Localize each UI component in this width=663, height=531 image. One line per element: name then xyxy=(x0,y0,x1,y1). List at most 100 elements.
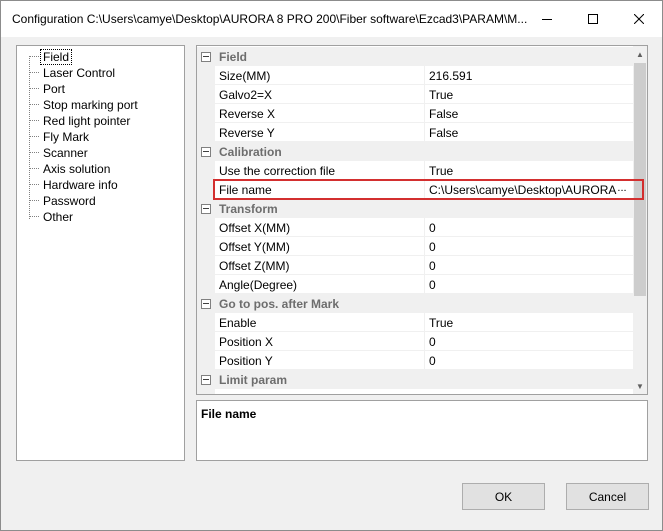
property-row-position-x[interactable]: Position X 0 xyxy=(197,332,633,351)
property-row-reverse-y[interactable]: Reverse Y False xyxy=(197,123,633,142)
property-value[interactable]: 0 xyxy=(429,221,436,235)
property-value[interactable]: True xyxy=(429,88,453,102)
tree-item-other[interactable]: Other xyxy=(29,209,75,225)
property-row-angle[interactable]: Angle(Degree) 0 xyxy=(197,275,633,294)
tree-connector xyxy=(29,120,39,122)
collapse-icon[interactable] xyxy=(201,375,211,385)
property-value[interactable]: 0 xyxy=(429,259,436,273)
vertical-scrollbar[interactable]: ▲ ▼ xyxy=(633,46,647,394)
property-value[interactable]: False xyxy=(429,126,458,140)
tree-item-label: Axis solution xyxy=(43,162,111,176)
description-panel: File name xyxy=(196,400,648,461)
category-label: Field xyxy=(219,50,248,64)
tree-item-label: Port xyxy=(43,82,66,96)
property-value[interactable]: 216.591 xyxy=(429,69,472,83)
maximize-icon xyxy=(588,14,598,24)
tree-connector xyxy=(29,200,39,202)
property-row-offset-z[interactable]: Offset Z(MM) 0 xyxy=(197,256,633,275)
cancel-button[interactable]: Cancel xyxy=(566,483,649,510)
row-gutter xyxy=(197,389,215,394)
property-row-use-correction-file[interactable]: Use the correction file True xyxy=(197,161,633,180)
property-name: Angle(Degree) xyxy=(219,278,298,292)
category-calibration[interactable]: Calibration xyxy=(197,142,633,161)
tree-item-password[interactable]: Password xyxy=(29,193,98,209)
close-icon xyxy=(634,14,644,24)
property-value[interactable]: False xyxy=(429,107,458,121)
property-row-enable[interactable]: Enable True xyxy=(197,313,633,332)
tree-item-fly-mark[interactable]: Fly Mark xyxy=(29,129,91,145)
collapse-icon[interactable] xyxy=(201,52,211,62)
tree-item-red-light-pointer[interactable]: Red light pointer xyxy=(29,113,132,129)
tree-connector xyxy=(29,216,39,218)
description-title: File name xyxy=(201,407,257,421)
property-row-size[interactable]: Size(MM) 216.591 xyxy=(197,66,633,85)
scroll-up-icon[interactable]: ▲ xyxy=(633,46,647,62)
tree-item-field[interactable]: Field xyxy=(29,49,73,65)
tree-connector xyxy=(29,72,39,74)
property-name: Reverse X xyxy=(219,107,276,121)
property-value[interactable]: 0 xyxy=(429,278,436,292)
property-value[interactable]: C:\Users\camye\Desktop\AURORA xyxy=(429,183,616,197)
category-transform[interactable]: Transform xyxy=(197,199,633,218)
tree-connector xyxy=(29,56,39,58)
collapse-icon[interactable] xyxy=(201,299,211,309)
category-limit-param[interactable]: Limit param xyxy=(197,370,633,389)
row-gutter xyxy=(197,180,215,199)
category-go-to-pos[interactable]: Go to pos. after Mark xyxy=(197,294,633,313)
row-gutter xyxy=(197,85,215,104)
column-divider xyxy=(424,256,425,275)
row-gutter xyxy=(197,313,215,332)
close-button[interactable] xyxy=(616,1,662,37)
minimize-icon xyxy=(542,19,552,20)
column-divider xyxy=(424,237,425,256)
category-field[interactable]: Field xyxy=(197,47,633,66)
scroll-thumb[interactable] xyxy=(634,63,646,296)
property-name: Offset Z(MM) xyxy=(219,259,290,273)
property-value[interactable]: 0 xyxy=(429,240,436,254)
scroll-down-icon[interactable]: ▼ xyxy=(633,378,647,394)
property-value[interactable]: 0 xyxy=(429,354,436,368)
property-row-offset-x[interactable]: Offset X(MM) 0 xyxy=(197,218,633,237)
collapse-icon[interactable] xyxy=(201,204,211,214)
property-name: Enable xyxy=(219,316,257,330)
ok-button[interactable]: OK xyxy=(462,483,545,510)
column-divider xyxy=(424,66,425,85)
maximize-button[interactable] xyxy=(570,1,616,37)
property-grid[interactable]: Field Size(MM) 216.591 Galvo2=X True Rev… xyxy=(196,45,648,395)
minimize-button[interactable] xyxy=(524,1,570,37)
property-row-file-name[interactable]: File name C:\Users\camye\Desktop\AURORA … xyxy=(197,180,633,199)
tree-item-label: Laser Control xyxy=(43,66,116,80)
title-bar[interactable]: Configuration C:\Users\camye\Desktop\AUR… xyxy=(1,1,662,37)
property-value[interactable]: 0 xyxy=(429,335,436,349)
tree-item-label: Field xyxy=(39,49,73,65)
property-name: Position Y xyxy=(219,354,273,368)
tree-item-hardware-info[interactable]: Hardware info xyxy=(29,177,120,193)
row-gutter xyxy=(197,161,215,180)
tree-item-scanner[interactable]: Scanner xyxy=(29,145,90,161)
row-gutter xyxy=(197,237,215,256)
browse-button[interactable]: ... xyxy=(613,182,631,196)
property-row-reverse-x[interactable]: Reverse X False xyxy=(197,104,633,123)
tree-item-label: Other xyxy=(43,210,74,224)
property-row-offset-y[interactable]: Offset Y(MM) 0 xyxy=(197,237,633,256)
column-divider xyxy=(424,161,425,180)
tree-item-port[interactable]: Port xyxy=(29,81,67,97)
column-divider xyxy=(424,123,425,142)
column-divider xyxy=(424,351,425,370)
config-tree[interactable]: Field Laser Control Port Stop marking po… xyxy=(16,45,185,461)
property-value[interactable]: True xyxy=(429,316,453,330)
property-row-galvo2[interactable]: Galvo2=X True xyxy=(197,85,633,104)
category-label: Calibration xyxy=(219,145,282,159)
collapse-icon[interactable] xyxy=(201,147,211,157)
row-gutter xyxy=(197,351,215,370)
column-divider xyxy=(424,275,425,294)
tree-item-label: Password xyxy=(43,194,96,208)
tree-item-label: Stop marking port xyxy=(43,98,138,112)
tree-item-axis-solution[interactable]: Axis solution xyxy=(29,161,112,177)
property-row-partial xyxy=(197,389,633,394)
property-row-position-y[interactable]: Position Y 0 xyxy=(197,351,633,370)
property-value[interactable]: True xyxy=(429,164,453,178)
tree-item-laser-control[interactable]: Laser Control xyxy=(29,65,117,81)
tree-item-stop-marking-port[interactable]: Stop marking port xyxy=(29,97,140,113)
row-gutter xyxy=(197,104,215,123)
